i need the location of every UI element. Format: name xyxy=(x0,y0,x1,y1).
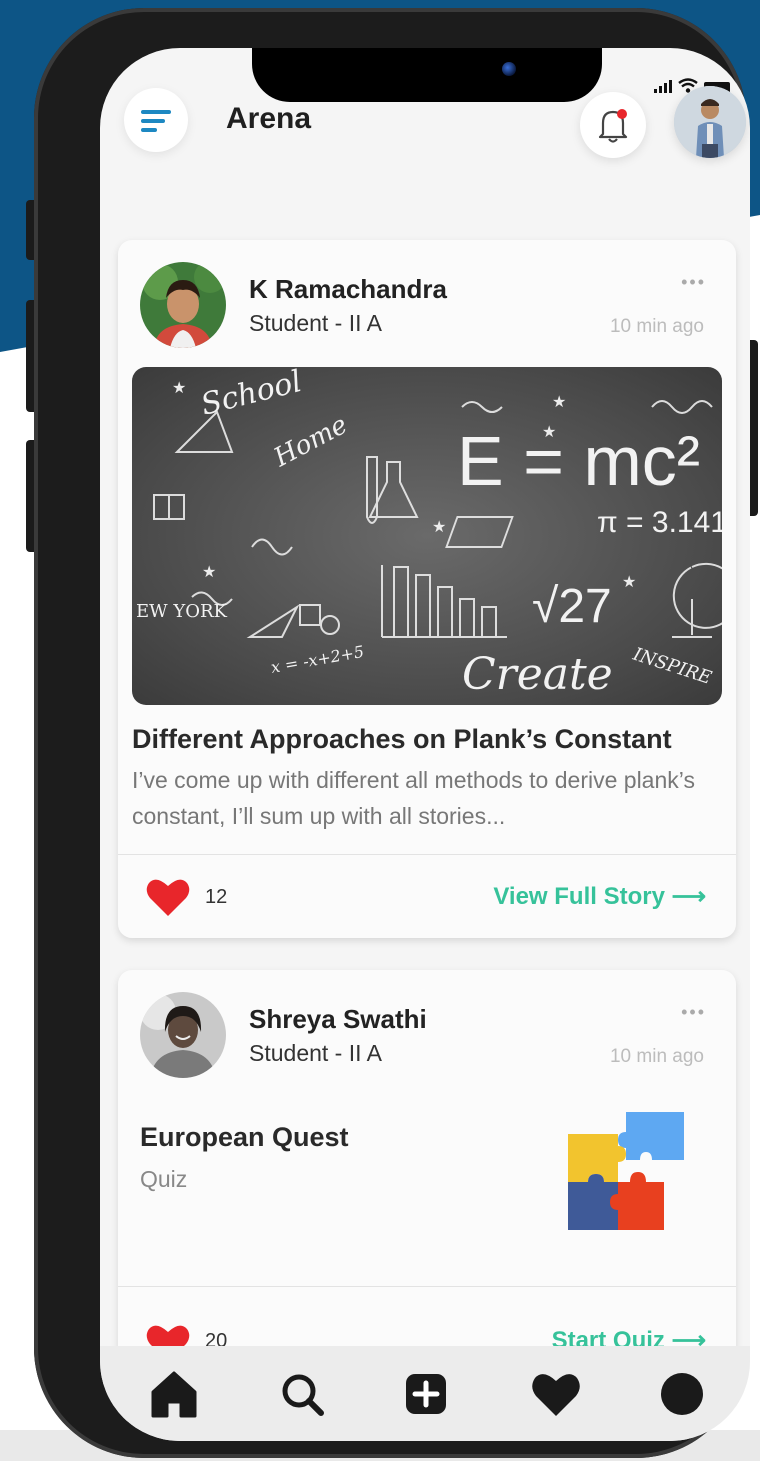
chalkboard-illustration: School Home E = mc² π = 3.14159 √27 Crea… xyxy=(136,367,722,700)
author-role: Student - II A xyxy=(249,1040,382,1066)
story-card: K Ramachandra Student - II A ••• 10 min … xyxy=(118,240,736,938)
phone-frame: Arena K Ramachandra Student - II A ••• 1… xyxy=(34,8,750,1458)
post-timestamp: 10 min ago xyxy=(609,1046,704,1067)
author-avatar[interactable] xyxy=(140,992,226,1078)
quiz-title[interactable]: European Quest xyxy=(140,1122,349,1153)
author-role: Student - II A xyxy=(249,310,382,336)
svg-text:E = mc²: E = mc² xyxy=(457,422,700,500)
heart-icon[interactable] xyxy=(526,1364,586,1424)
svg-text:★: ★ xyxy=(552,392,566,411)
svg-text:π = 3.14159: π = 3.14159 xyxy=(597,506,722,539)
notifications-button[interactable] xyxy=(580,92,646,158)
user-photo xyxy=(674,86,746,158)
svg-text:Create: Create xyxy=(462,649,613,700)
svg-text:★: ★ xyxy=(542,422,556,441)
svg-text:INSPIRE: INSPIRE xyxy=(630,643,715,688)
story-description: I’ve come up with different all methods … xyxy=(132,767,695,829)
notch xyxy=(252,48,602,102)
card-divider xyxy=(118,854,736,855)
signal-icon xyxy=(654,80,672,93)
page-title: Arena xyxy=(226,102,312,135)
menu-button[interactable] xyxy=(124,88,188,152)
card-divider xyxy=(118,1286,736,1287)
bell-icon xyxy=(598,109,628,143)
more-options-button[interactable]: ••• xyxy=(681,1002,706,1023)
svg-text:★: ★ xyxy=(202,562,216,581)
bottom-tab-bar xyxy=(100,1346,750,1441)
svg-text:★: ★ xyxy=(172,378,186,397)
puzzle-icon xyxy=(568,1112,684,1230)
like-heart-icon[interactable] xyxy=(144,876,192,918)
svg-text:√27: √27 xyxy=(532,580,612,633)
profile-avatar[interactable] xyxy=(674,86,746,158)
svg-text:★: ★ xyxy=(622,572,636,591)
profile-icon[interactable] xyxy=(652,1364,712,1424)
author-photo xyxy=(140,992,226,1078)
svg-text:EW YORK: EW YORK xyxy=(136,601,228,622)
like-count: 12 xyxy=(205,886,228,908)
app-screen: Arena K Ramachandra Student - II A ••• 1… xyxy=(100,48,750,1441)
home-icon[interactable] xyxy=(144,1364,204,1424)
svg-text:x = -x+2+5: x = -x+2+5 xyxy=(269,642,365,677)
author-name[interactable]: Shreya Swathi xyxy=(249,1004,427,1035)
svg-text:Home: Home xyxy=(268,410,352,474)
search-icon[interactable] xyxy=(272,1364,332,1424)
more-options-button[interactable]: ••• xyxy=(681,272,706,293)
svg-text:★: ★ xyxy=(432,517,446,536)
author-name[interactable]: K Ramachandra xyxy=(249,274,447,305)
story-title[interactable]: Different Approaches on Plank’s Constant xyxy=(132,724,672,755)
post-timestamp: 10 min ago xyxy=(609,316,704,337)
svg-text:School: School xyxy=(197,367,305,423)
add-icon[interactable] xyxy=(396,1364,456,1424)
camera-icon xyxy=(502,62,516,76)
story-image[interactable]: School Home E = mc² π = 3.14159 √27 Crea… xyxy=(132,367,722,705)
quiz-type: Quiz xyxy=(140,1166,188,1192)
view-full-story-link[interactable]: View Full Story ⟶ xyxy=(493,882,706,911)
author-avatar[interactable] xyxy=(140,262,226,348)
author-photo xyxy=(140,262,226,348)
